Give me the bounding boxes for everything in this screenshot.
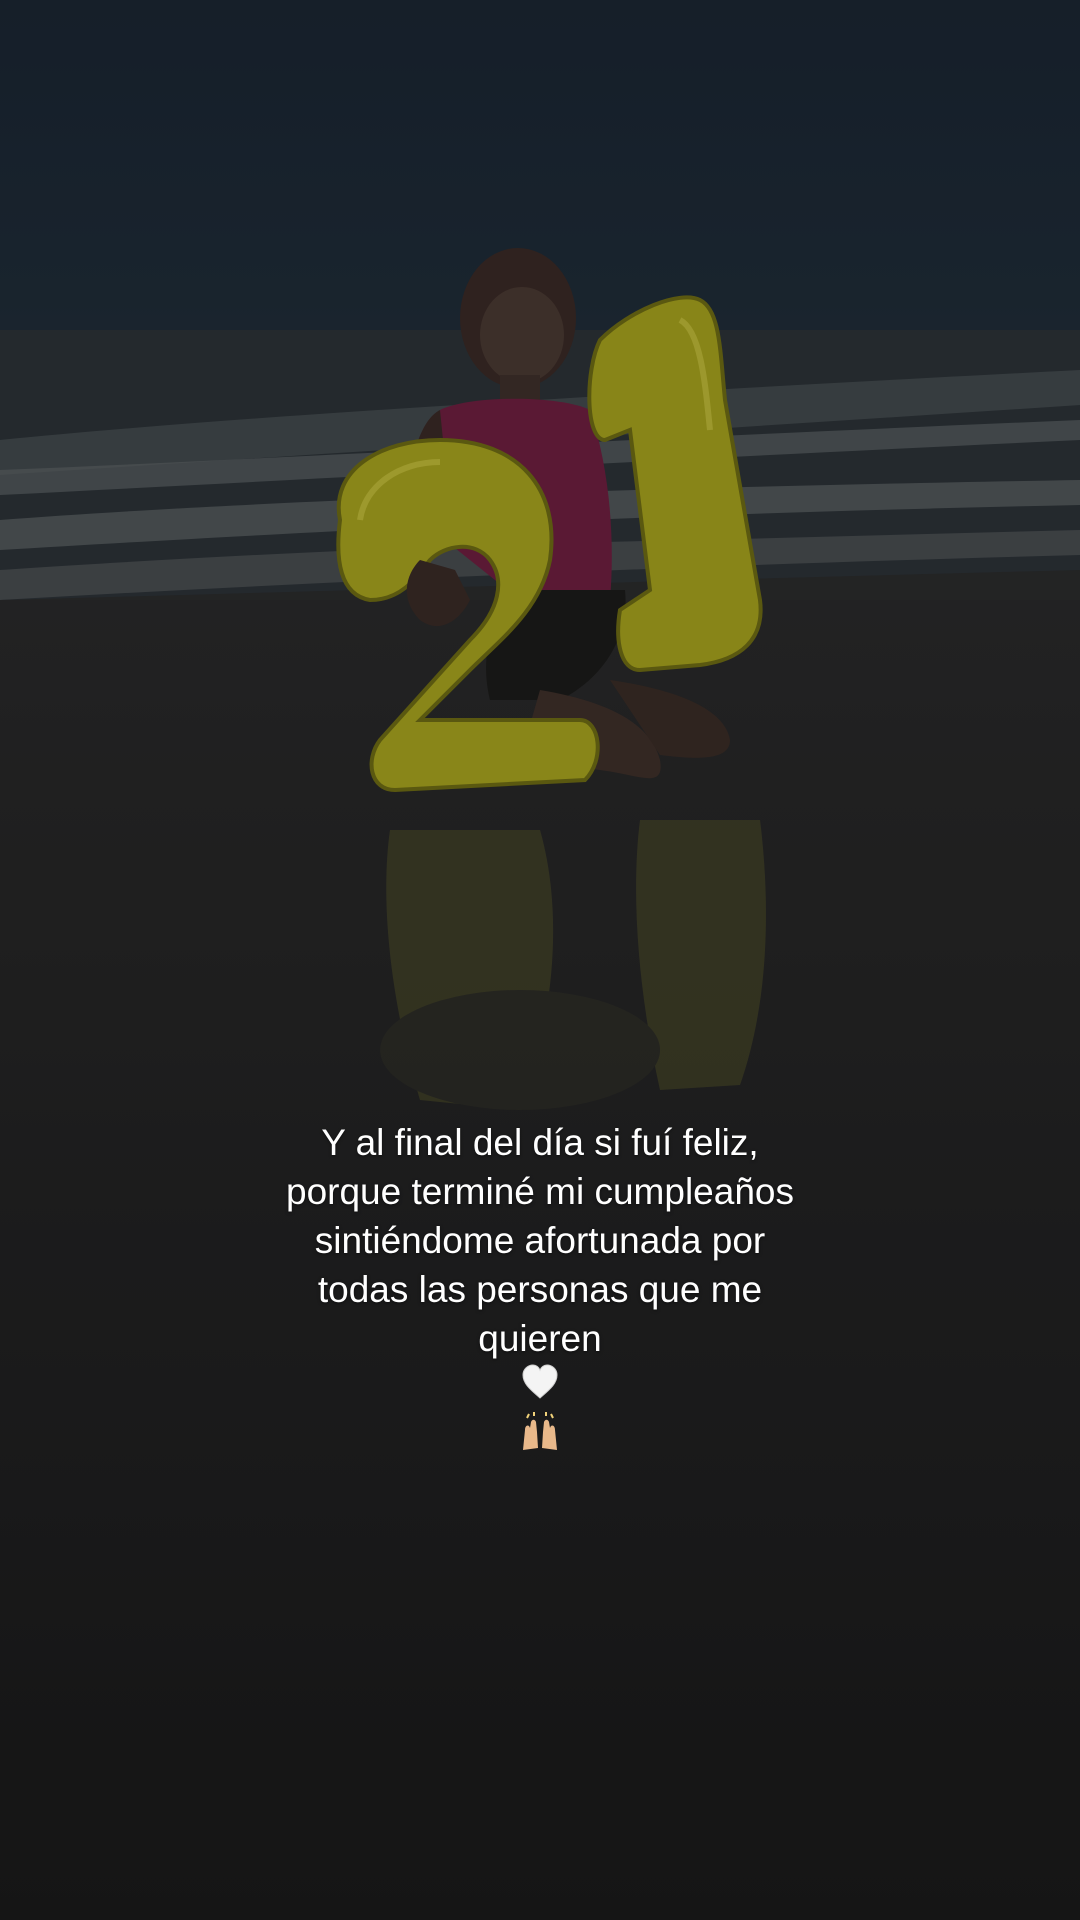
caption-line-2: porque terminé mi cumpleaños <box>286 1171 794 1212</box>
caption-line-3: sintiéndome afortunada por <box>314 1220 766 1261</box>
white-heart-icon <box>140 1363 940 1412</box>
caption-line-1: Y al final del día si fuí feliz, <box>321 1122 759 1163</box>
background-photo <box>0 0 1080 1920</box>
caption-line-5: quieren <box>140 1314 940 1464</box>
caption-text: Y al final del día si fuí feliz, porque … <box>140 1118 940 1464</box>
caption-line-4: todas las personas que me <box>317 1269 763 1310</box>
raising-hands-icon <box>140 1412 940 1464</box>
dim-overlay <box>0 0 1080 1920</box>
caption-line-5-text: quieren <box>478 1318 602 1359</box>
